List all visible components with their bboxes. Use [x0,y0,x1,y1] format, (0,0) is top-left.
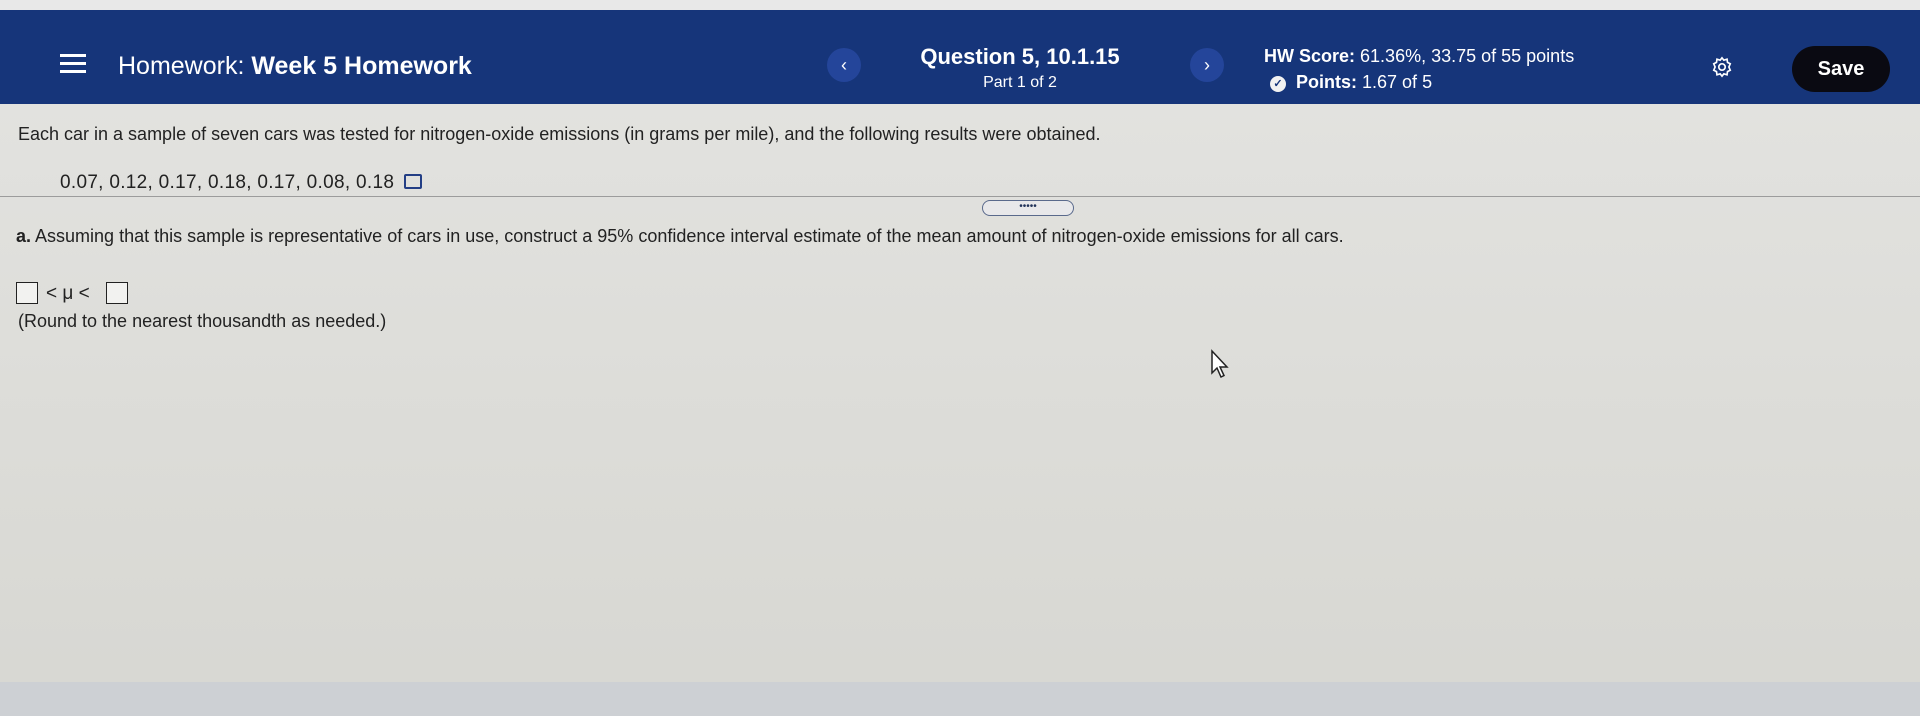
problem-text: Each car in a sample of seven cars was t… [18,124,1101,144]
gear-icon[interactable] [1711,56,1733,78]
hw-score-label: HW Score: [1264,46,1356,66]
copy-data-icon[interactable] [404,174,423,189]
part-a-label: a. [16,226,32,246]
expand-handle[interactable]: ••••• [982,200,1074,216]
part-a-text: Assuming that this sample is representat… [35,226,1344,246]
interval-mu-symbol: < μ < [46,283,90,304]
rounding-note: (Round to the nearest thousandth as need… [18,311,387,331]
homework-title: Homework: Week 5 Homework [118,52,472,81]
bottom-strip [0,682,1920,716]
hw-score: HW Score: 61.36%, 33.75 of 55 points [1264,46,1574,67]
save-button[interactable]: Save [1792,46,1890,92]
question-part: Part 1 of 2 [983,74,1057,91]
points-value: 1.67 of 5 [1362,72,1433,92]
question-title: Question 5, 10.1.15 [920,44,1120,69]
next-question-button[interactable]: › [1190,48,1224,82]
hw-score-value: 61.36%, 33.75 of 55 points [1360,46,1575,66]
question-content: Each car in a sample of seven cars was t… [0,104,1920,716]
header-bar: Homework: Week 5 Homework ‹ Question 5, … [0,10,1920,104]
homework-name: Week 5 Homework [251,52,472,80]
data-values: 0.07, 0.12, 0.17, 0.18, 0.17, 0.08, 0.18 [60,172,423,194]
upper-bound-input[interactable] [106,282,128,304]
points: ✓ Points: 1.67 of 5 [1270,72,1432,93]
partial-credit-icon: ✓ [1270,76,1286,92]
previous-question-button[interactable]: ‹ [827,48,861,82]
homework-prefix: Homework: [118,52,245,80]
points-label: Points: [1296,72,1357,92]
mouse-cursor-icon [1211,349,1229,379]
menu-icon[interactable] [60,54,86,74]
data-values-text: 0.07, 0.12, 0.17, 0.18, 0.17, 0.08, 0.18 [60,172,395,193]
browser-top-strip [0,0,1920,10]
lower-bound-input[interactable] [16,282,38,304]
divider [0,196,1920,197]
part-a-prompt: a. Assuming that this sample is represen… [16,226,1344,247]
